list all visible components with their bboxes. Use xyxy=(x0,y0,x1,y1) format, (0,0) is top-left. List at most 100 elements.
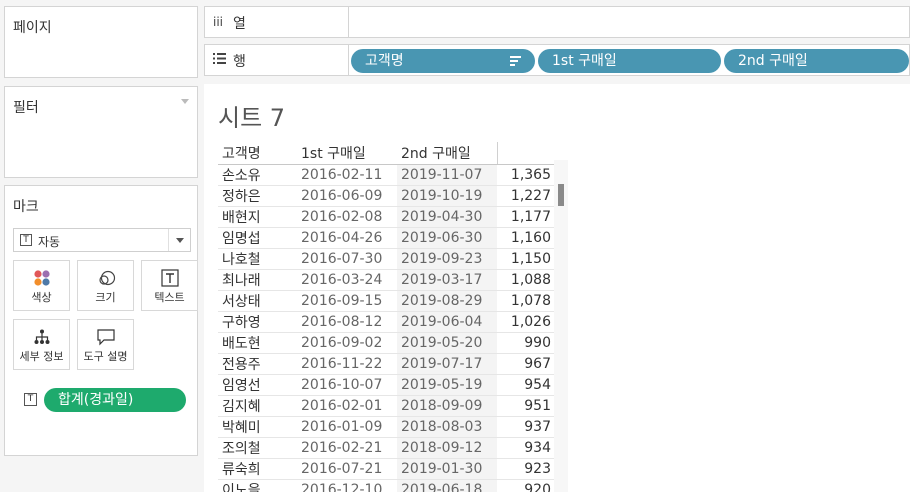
cell-first-purchase[interactable]: 2016-02-21 xyxy=(297,437,397,459)
table-row[interactable]: 배도현 2016-09-02 2019-05-20 990 xyxy=(218,332,555,354)
table-row[interactable]: 조의철 2016-02-21 2018-09-12 934 xyxy=(218,437,555,459)
cell-second-purchase[interactable]: 2019-05-20 xyxy=(397,332,497,354)
cell-first-purchase[interactable]: 2016-02-11 xyxy=(297,164,397,186)
row-pill-second-purchase[interactable]: 2nd 구매일 xyxy=(724,49,909,73)
cell-customer[interactable]: 조의철 xyxy=(218,437,297,459)
cell-first-purchase[interactable]: 2016-04-26 xyxy=(297,227,397,249)
table-row[interactable]: 최나래 2016-03-24 2019-03-17 1,088 xyxy=(218,269,555,291)
row-pill-first-purchase[interactable]: 1st 구매일 xyxy=(538,49,721,73)
cell-first-purchase[interactable]: 2016-08-12 xyxy=(297,311,397,333)
cell-second-purchase[interactable]: 2019-09-23 xyxy=(397,248,497,270)
table-row[interactable]: 임명섭 2016-04-26 2019-06-30 1,160 xyxy=(218,227,555,249)
cell-first-purchase[interactable]: 2016-10-07 xyxy=(297,374,397,396)
cell-second-purchase[interactable]: 2019-04-30 xyxy=(397,206,497,228)
cell-second-purchase[interactable]: 2019-07-17 xyxy=(397,353,497,375)
cell-first-purchase[interactable]: 2016-07-21 xyxy=(297,458,397,480)
cell-second-purchase[interactable]: 2019-06-04 xyxy=(397,311,497,333)
cell-first-purchase[interactable]: 2016-03-24 xyxy=(297,269,397,291)
cell-second-purchase[interactable]: 2019-11-07 xyxy=(397,164,497,186)
cell-customer[interactable]: 전용주 xyxy=(218,353,297,375)
header-first-purchase[interactable]: 1st 구매일 xyxy=(297,142,397,165)
table-row[interactable]: 김지혜 2016-02-01 2018-09-09 951 xyxy=(218,395,555,417)
table-row[interactable]: 정하은 2016-06-09 2019-10-19 1,227 xyxy=(218,185,555,207)
cell-value[interactable]: 1,150 xyxy=(497,248,555,270)
row-pill-customer[interactable]: 고객명 xyxy=(351,49,535,73)
cell-customer[interactable]: 나호철 xyxy=(218,248,297,270)
cell-value[interactable]: 1,365 xyxy=(497,164,555,186)
cell-value[interactable]: 990 xyxy=(497,332,555,354)
tooltip-button[interactable]: 도구 설명 xyxy=(77,319,134,370)
cell-second-purchase[interactable]: 2019-06-30 xyxy=(397,227,497,249)
columns-shelf[interactable]: iii 열 xyxy=(204,6,910,38)
cell-customer[interactable]: 서상태 xyxy=(218,290,297,312)
table-row[interactable]: 서상태 2016-09-15 2019-08-29 1,078 xyxy=(218,290,555,312)
cell-customer[interactable]: 구하영 xyxy=(218,311,297,333)
cell-second-purchase[interactable]: 2018-09-09 xyxy=(397,395,497,417)
cell-first-purchase[interactable]: 2016-06-09 xyxy=(297,185,397,207)
cell-customer[interactable]: 정하은 xyxy=(218,185,297,207)
table-row[interactable]: 구하영 2016-08-12 2019-06-04 1,026 xyxy=(218,311,555,333)
rows-shelf[interactable]: 행 고객명 1st 구매일 2nd 구매일 xyxy=(204,44,910,76)
cell-second-purchase[interactable]: 2019-08-29 xyxy=(397,290,497,312)
table-row[interactable]: 박혜미 2016-01-09 2018-08-03 937 xyxy=(218,416,555,438)
filters-panel[interactable]: 필터 xyxy=(4,86,198,178)
cell-value[interactable]: 951 xyxy=(497,395,555,417)
cell-value[interactable]: 954 xyxy=(497,374,555,396)
cell-second-purchase[interactable]: 2019-06-18 xyxy=(397,479,497,492)
measure-pill[interactable]: 합계(경과일) xyxy=(44,388,186,412)
cell-value[interactable]: 1,088 xyxy=(497,269,555,291)
cell-value[interactable]: 1,078 xyxy=(497,290,555,312)
cell-value[interactable]: 1,227 xyxy=(497,185,555,207)
cell-value[interactable]: 967 xyxy=(497,353,555,375)
table-row[interactable]: 배현지 2016-02-08 2019-04-30 1,177 xyxy=(218,206,555,228)
cell-value[interactable]: 937 xyxy=(497,416,555,438)
color-button[interactable]: 색상 xyxy=(13,260,70,311)
filters-dropdown-icon[interactable] xyxy=(181,99,189,104)
pages-panel[interactable]: 페이지 xyxy=(4,6,198,78)
cell-second-purchase[interactable]: 2018-09-12 xyxy=(397,437,497,459)
cell-value[interactable]: 923 xyxy=(497,458,555,480)
cell-customer[interactable]: 이노을 xyxy=(218,479,297,492)
cell-value[interactable]: 920 xyxy=(497,479,555,492)
cell-customer[interactable]: 임명섭 xyxy=(218,227,297,249)
header-second-purchase[interactable]: 2nd 구매일 xyxy=(397,142,498,165)
table-row[interactable]: 나호철 2016-07-30 2019-09-23 1,150 xyxy=(218,248,555,270)
cell-customer[interactable]: 류숙희 xyxy=(218,458,297,480)
cell-first-purchase[interactable]: 2016-11-22 xyxy=(297,353,397,375)
table-row[interactable]: 이노을 2016-12-10 2019-06-18 920 xyxy=(218,479,555,492)
cell-customer[interactable]: 최나래 xyxy=(218,269,297,291)
table-row[interactable]: 류숙희 2016-07-21 2019-01-30 923 xyxy=(218,458,555,480)
cell-customer[interactable]: 배현지 xyxy=(218,206,297,228)
cell-second-purchase[interactable]: 2019-01-30 xyxy=(397,458,497,480)
detail-button[interactable]: 세부 정보 xyxy=(13,319,70,370)
mark-type-select[interactable]: T 자동 xyxy=(13,228,191,252)
cell-first-purchase[interactable]: 2016-01-09 xyxy=(297,416,397,438)
text-button[interactable]: 텍스트 xyxy=(141,260,198,311)
cell-first-purchase[interactable]: 2016-02-08 xyxy=(297,206,397,228)
cell-customer[interactable]: 김지혜 xyxy=(218,395,297,417)
cell-customer[interactable]: 배도현 xyxy=(218,332,297,354)
header-customer[interactable]: 고객명 xyxy=(218,142,297,165)
text-encoding-icon[interactable]: T xyxy=(24,393,37,406)
cell-second-purchase[interactable]: 2019-03-17 xyxy=(397,269,497,291)
sort-icon[interactable] xyxy=(510,56,521,66)
cell-first-purchase[interactable]: 2016-12-10 xyxy=(297,479,397,492)
cell-customer[interactable]: 임영선 xyxy=(218,374,297,396)
table-row[interactable]: 전용주 2016-11-22 2019-07-17 967 xyxy=(218,353,555,375)
cell-second-purchase[interactable]: 2019-05-19 xyxy=(397,374,497,396)
chevron-down-icon[interactable] xyxy=(168,229,190,251)
cell-first-purchase[interactable]: 2016-07-30 xyxy=(297,248,397,270)
cell-customer[interactable]: 손소유 xyxy=(218,164,297,186)
cell-value[interactable]: 1,026 xyxy=(497,311,555,333)
cell-first-purchase[interactable]: 2016-02-01 xyxy=(297,395,397,417)
cell-customer[interactable]: 박혜미 xyxy=(218,416,297,438)
cell-second-purchase[interactable]: 2019-10-19 xyxy=(397,185,497,207)
cell-value[interactable]: 1,160 xyxy=(497,227,555,249)
table-row[interactable]: 임영선 2016-10-07 2019-05-19 954 xyxy=(218,374,555,396)
table-row[interactable]: 손소유 2016-02-11 2019-11-07 1,365 xyxy=(218,164,555,186)
cell-value[interactable]: 934 xyxy=(497,437,555,459)
size-button[interactable]: 크기 xyxy=(77,260,134,311)
scrollbar-thumb[interactable] xyxy=(558,184,564,206)
vertical-scrollbar[interactable] xyxy=(554,160,568,492)
cell-second-purchase[interactable]: 2018-08-03 xyxy=(397,416,497,438)
